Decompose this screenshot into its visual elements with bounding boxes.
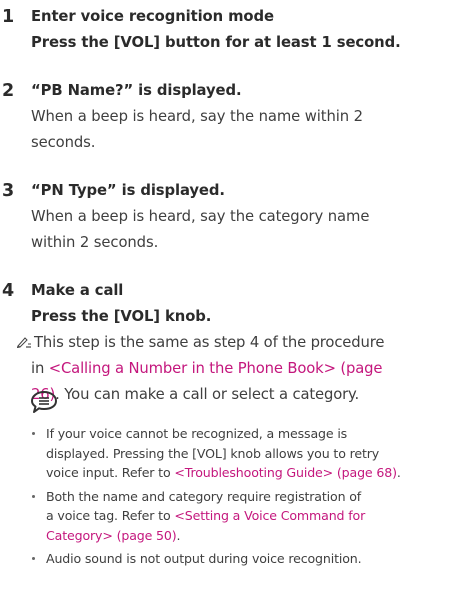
note-text: . You can make a call or select a catego… bbox=[55, 386, 360, 403]
step-number: 1 bbox=[2, 7, 15, 27]
step-heading: “PB Name?” is displayed. bbox=[31, 82, 242, 99]
note-line: This step is the same as step 4 of the p… bbox=[17, 330, 460, 356]
list-text: . bbox=[396, 465, 401, 480]
list-text: . bbox=[176, 527, 181, 543]
list-text: voice input. Refer to bbox=[46, 465, 175, 480]
step-3: 3 “PN Type” is displayed. When a beep is… bbox=[0, 178, 460, 256]
note-text: This step is the same as step 4 of the p… bbox=[34, 334, 385, 351]
list-item: If your voice cannot be recognized, a me… bbox=[30, 424, 460, 483]
list-text: a voice tag. Refer to <Setting a Voice C… bbox=[46, 506, 460, 526]
page-reference-link[interactable]: <Calling a Number in the Phone Book> (pa… bbox=[49, 360, 383, 377]
bullet-icon bbox=[32, 557, 35, 560]
step-text: When a beep is heard, say the name withi… bbox=[31, 108, 363, 125]
bullet-icon bbox=[32, 494, 35, 498]
notes-list: If your voice cannot be recognized, a me… bbox=[30, 424, 460, 573]
list-text: Both the name and category require regis… bbox=[46, 488, 362, 504]
page-reference-link[interactable]: <Troubleshooting Guide> (page 68) bbox=[174, 465, 397, 480]
step-instruction: Press the [VOL] knob. bbox=[31, 308, 212, 325]
list-text: voice input. Refer to <Troubleshooting G… bbox=[46, 463, 460, 483]
step-text: seconds. bbox=[31, 134, 96, 151]
step-heading: “PN Type” is displayed. bbox=[31, 182, 225, 199]
step-text: within 2 seconds. bbox=[31, 234, 159, 251]
step-number: 3 bbox=[2, 181, 15, 201]
bullet-icon bbox=[32, 432, 35, 435]
list-text: Category> (page 50). bbox=[46, 526, 460, 546]
list-text: Audio sound is not output during voice r… bbox=[46, 551, 362, 566]
step-4: 4 Make a call Press the [VOL] knob. This… bbox=[0, 278, 460, 408]
pencil-note-icon bbox=[17, 337, 31, 348]
step-heading: Enter voice recognition mode bbox=[31, 8, 274, 25]
list-text: If your voice cannot be recognized, a me… bbox=[46, 426, 348, 441]
note-line: 26). You can make a call or select a cat… bbox=[31, 382, 460, 408]
step-number: 2 bbox=[2, 81, 15, 101]
page-reference-link[interactable]: Category> (page 50) bbox=[46, 528, 177, 543]
list-text: displayed. Pressing the [VOL] knob allow… bbox=[46, 445, 380, 461]
note-text: in bbox=[31, 360, 49, 377]
list-text: a voice tag. Refer to bbox=[46, 508, 175, 523]
list-item: Both the name and category require regis… bbox=[30, 487, 460, 546]
step-text: When a beep is heard, say the category n… bbox=[31, 208, 370, 225]
step-heading: Make a call bbox=[31, 282, 124, 299]
page-reference-link[interactable]: <Setting a Voice Command for bbox=[174, 508, 365, 523]
note-line: in <Calling a Number in the Phone Book> … bbox=[31, 356, 460, 382]
manual-page: 1 Enter voice recognition mode Press the… bbox=[0, 0, 466, 590]
step-1: 1 Enter voice recognition mode Press the… bbox=[0, 4, 460, 56]
memo-speech-bubble-icon bbox=[31, 391, 57, 413]
list-item: Audio sound is not output during voice r… bbox=[30, 549, 460, 569]
step-instruction: Press the [VOL] button for at least 1 se… bbox=[31, 34, 401, 51]
step-number: 4 bbox=[2, 281, 15, 301]
step-2: 2 “PB Name?” is displayed. When a beep i… bbox=[0, 78, 460, 156]
